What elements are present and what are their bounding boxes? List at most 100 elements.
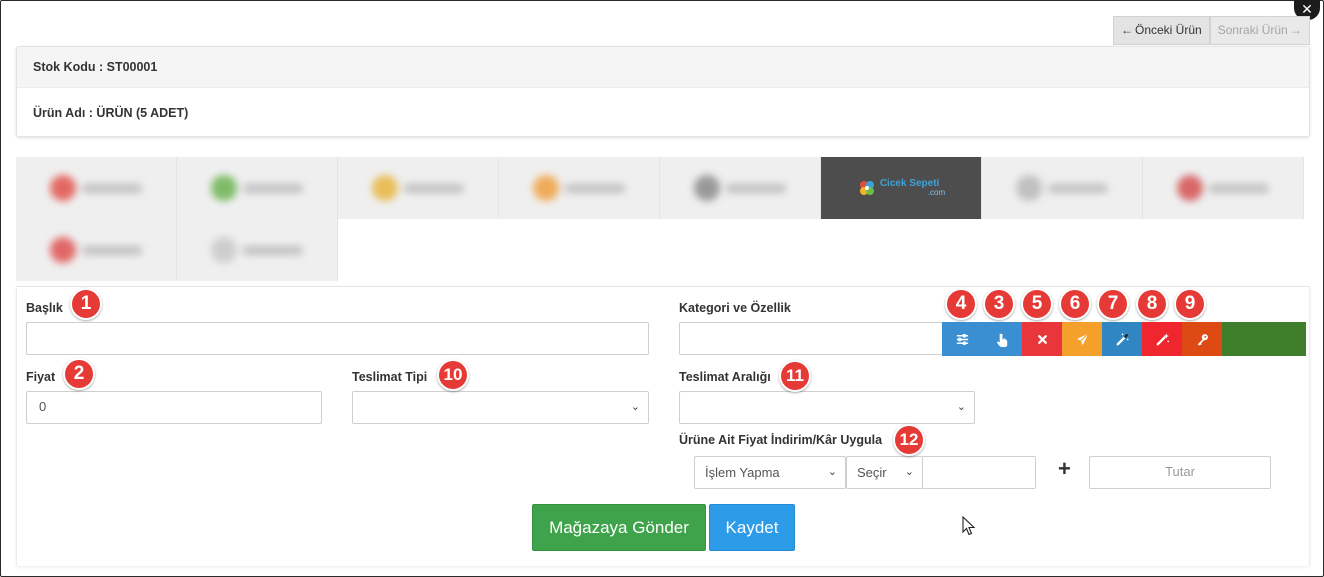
- chevron-down-icon: ⌄: [956, 401, 966, 413]
- annotation-badge: 9: [1174, 288, 1206, 320]
- shop-logo-mark: [1177, 175, 1203, 201]
- arrow-left-icon: ←: [1121, 23, 1133, 37]
- shop-logo-bar: [243, 245, 303, 255]
- shop-logo-bar: [404, 183, 464, 193]
- annotation-badge: 4: [945, 288, 977, 320]
- magic-wand-icon: [1116, 333, 1128, 345]
- shop-logo-text: Cicek Sepeti: [879, 178, 940, 189]
- shop-logo: [1016, 175, 1108, 201]
- shop-tile[interactable]: Cicek Sepeti .com: [821, 157, 982, 219]
- title-input[interactable]: [26, 322, 649, 355]
- shop-logo: [694, 175, 786, 201]
- shop-logo-bar: [726, 183, 786, 193]
- product-name: Ürün Adı : ÜRÜN (5 ADET): [33, 106, 189, 120]
- shop-logo: [1177, 175, 1269, 201]
- chevron-down-icon: ⌄: [904, 466, 914, 478]
- shop-logo-mark: [533, 175, 559, 201]
- shop-tile[interactable]: [660, 157, 821, 219]
- discount-value-input[interactable]: [922, 456, 1036, 489]
- x-icon: [1037, 334, 1047, 344]
- annotation-badge: 11: [779, 360, 811, 392]
- annotation-badge: 12: [893, 424, 925, 456]
- pointer-hand-icon: [996, 333, 1007, 347]
- shop-logo: [50, 237, 142, 263]
- shop-tile[interactable]: [177, 219, 338, 281]
- shop-logo: [211, 237, 303, 263]
- shop-logo-bar: [82, 183, 142, 193]
- shop-tile[interactable]: [982, 157, 1143, 219]
- shop-tile[interactable]: [1143, 157, 1304, 219]
- annotation-badge: 6: [1059, 288, 1091, 320]
- send-button[interactable]: [1062, 322, 1102, 356]
- price-input[interactable]: 0: [26, 391, 322, 424]
- status-indicator: [1222, 322, 1306, 356]
- next-product-button[interactable]: Sonraki Ürün →: [1209, 16, 1310, 45]
- prev-product-button[interactable]: ← Önceki Ürün: [1113, 16, 1210, 45]
- product-nav: ← Önceki Ürün Sonraki Ürün →: [1113, 16, 1310, 45]
- type-select[interactable]: Seçir ⌄: [846, 456, 923, 489]
- annotation-badge: 7: [1097, 288, 1129, 320]
- amount-input[interactable]: Tutar: [1089, 456, 1271, 489]
- shop-logo-mark: [211, 237, 237, 263]
- product-info-panel: Stok Kodu : ST00001 Ürün Adı : ÜRÜN (5 A…: [16, 46, 1310, 137]
- chevron-down-icon: ⌄: [827, 466, 837, 478]
- remove-button[interactable]: [1022, 322, 1062, 356]
- shop-tile[interactable]: [16, 157, 177, 219]
- key-icon: [1197, 333, 1208, 346]
- shop-logo-mark: [372, 175, 398, 201]
- category-label: Kategori ve Özellik: [679, 301, 791, 315]
- select-button[interactable]: [982, 322, 1022, 356]
- category-toolbar: [942, 322, 1306, 356]
- shop-logo: [533, 175, 625, 201]
- operation-select[interactable]: İşlem Yapma ⌄: [694, 456, 846, 489]
- shop-logo: [211, 175, 303, 201]
- shop-logo-bar: [565, 183, 625, 193]
- shop-row: Cicek Sepeti .com: [16, 157, 1304, 219]
- annotation-badge: 8: [1136, 288, 1168, 320]
- delivery-type-select[interactable]: ⌄: [352, 391, 649, 424]
- annotation-badge: 10: [437, 359, 469, 391]
- operation-value: İşlem Yapma: [705, 465, 780, 480]
- magic-wand-sparkle-icon: [1156, 332, 1169, 345]
- chevron-down-icon: ⌄: [630, 401, 640, 413]
- shop-row: [16, 219, 338, 281]
- flower-icon: [859, 181, 874, 195]
- save-button[interactable]: Kaydet: [709, 504, 795, 551]
- shop-logo-mark: [50, 237, 76, 263]
- arrow-right-icon: →: [1289, 23, 1302, 37]
- shop-logo: [50, 175, 142, 201]
- auto-fill-all-button[interactable]: [1142, 322, 1182, 356]
- price-label: Fiyat: [26, 370, 56, 384]
- prev-product-label: Önceki Ürün: [1135, 23, 1202, 37]
- delivery-range-select[interactable]: ⌄: [679, 391, 975, 424]
- settings-button[interactable]: [942, 322, 982, 356]
- shop-tile[interactable]: [177, 157, 338, 219]
- shop-selector: Cicek Sepeti .com: [16, 157, 1310, 282]
- type-value: Seçir: [857, 465, 887, 480]
- next-product-label: Sonraki Ürün: [1217, 23, 1288, 37]
- shop-logo-mark: [50, 175, 76, 201]
- shop-logo-bar: [1048, 183, 1108, 193]
- shop-logo-mark: [694, 175, 720, 201]
- annotation-badge: 1: [70, 288, 102, 320]
- shop-logo-bar: [1209, 183, 1269, 193]
- title-label: Başlık: [26, 301, 63, 315]
- send-to-store-button[interactable]: Mağazaya Gönder: [532, 504, 706, 551]
- shop-tile[interactable]: [499, 157, 660, 219]
- shop-logo-bar: [82, 245, 142, 255]
- shop-logo-mark: [1016, 175, 1042, 201]
- api-key-button[interactable]: [1182, 322, 1222, 356]
- category-input[interactable]: [679, 322, 944, 355]
- delivery-type-label: Teslimat Tipi: [352, 370, 428, 384]
- paper-plane-icon: [1076, 332, 1089, 345]
- discount-label: Ürüne Ait Fiyat İndirim/Kâr Uygula: [679, 433, 883, 447]
- shop-tile[interactable]: [338, 157, 499, 219]
- plus-sign: +: [1058, 456, 1071, 481]
- auto-fill-button[interactable]: [1102, 322, 1142, 356]
- shop-logo-mark: [211, 175, 237, 201]
- shop-tile[interactable]: [16, 219, 177, 281]
- mouse-cursor-icon: [962, 516, 976, 536]
- shop-logo: Cicek Sepeti .com: [857, 178, 945, 198]
- close-icon: ✕: [1301, 1, 1313, 17]
- stock-code: Stok Kodu : ST00001: [17, 47, 1309, 88]
